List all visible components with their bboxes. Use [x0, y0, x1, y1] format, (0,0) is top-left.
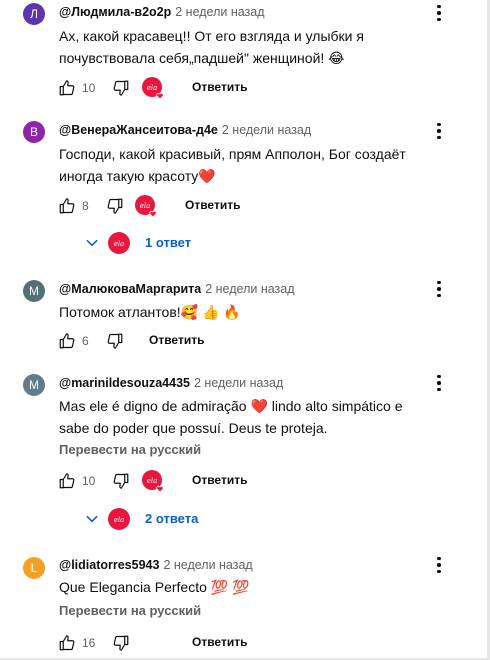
- svg-text:ela: ela: [147, 477, 158, 485]
- comment-time[interactable]: 2 недели назад: [222, 123, 311, 137]
- like-count: 6: [82, 334, 89, 348]
- comment-header: @ВенераЖансеитова-д4е 2 недели назад: [59, 123, 311, 137]
- thumbs-down-icon[interactable]: [106, 332, 124, 350]
- comment-actions: 6 Ответить: [0, 329, 490, 353]
- view-replies-button[interactable]: ela 2 ответа: [85, 507, 225, 531]
- comment-actions: 10 ela Ответить: [0, 469, 490, 493]
- thumbs-up-icon[interactable]: [58, 472, 76, 490]
- creator-heart-icon: ela: [142, 470, 164, 493]
- comment-author[interactable]: @ВенераЖансеитова-д4е: [59, 123, 218, 137]
- chevron-down-icon: [86, 515, 98, 523]
- creator-heart-icon: ela: [135, 195, 157, 218]
- like-count: 10: [82, 474, 96, 488]
- reply-button[interactable]: Ответить: [192, 635, 247, 649]
- comment-actions: 10 ela Ответить: [0, 76, 490, 100]
- reply-button[interactable]: Ответить: [185, 198, 240, 212]
- comment-author[interactable]: @МалюковаМаргарита: [59, 282, 201, 296]
- reply-button[interactable]: Ответить: [149, 333, 204, 347]
- thumbs-down-icon[interactable]: [112, 79, 130, 97]
- avatar[interactable]: В: [23, 121, 45, 143]
- view-replies-button[interactable]: ela 1 ответ: [85, 231, 225, 255]
- comment-time[interactable]: 2 недели назад: [205, 282, 294, 296]
- like-count: 8: [82, 199, 89, 213]
- creator-avatar-icon: ela: [108, 508, 130, 530]
- thumbs-down-icon[interactable]: [106, 197, 124, 215]
- avatar[interactable]: M: [23, 374, 45, 396]
- like-count: 10: [82, 81, 96, 95]
- more-options-icon[interactable]: [432, 372, 446, 394]
- comment-text: Ах, какой красавец!! От его взгляда и ул…: [59, 28, 364, 66]
- creator-avatar-icon: ela: [108, 232, 130, 254]
- chevron-down-icon: [86, 239, 98, 247]
- comment-header: @lidiatorres5943 2 недели назад: [59, 558, 253, 572]
- comment-text: Que Elegancia Perfecto 💯 💯: [59, 579, 250, 595]
- more-options-icon[interactable]: [432, 2, 446, 24]
- thumbs-up-icon[interactable]: [58, 634, 76, 652]
- more-options-icon[interactable]: [432, 278, 446, 300]
- translate-link[interactable]: Перевести на русский: [59, 442, 201, 457]
- svg-text:ela: ela: [140, 202, 151, 210]
- creator-heart-icon: ela: [142, 77, 164, 100]
- more-options-icon[interactable]: [432, 554, 446, 576]
- comment-header: @Людмила-в2о2р 2 недели назад: [59, 5, 265, 19]
- comment-text: Mas ele é digno de admiração ❤️ lindo al…: [59, 398, 403, 436]
- thumbs-up-icon[interactable]: [58, 79, 76, 97]
- more-options-icon[interactable]: [432, 120, 446, 142]
- svg-text:ela: ela: [147, 84, 158, 92]
- comments-section: Л @Людмила-в2о2р 2 недели назад Ах, какой…: [0, 0, 490, 660]
- comment-header: @МалюковаМаргарита 2 недели назад: [59, 282, 295, 296]
- comment-time[interactable]: 2 недели назад: [194, 376, 283, 390]
- comment-text: Потомок атлантов!🥰 👍 🔥: [59, 304, 241, 320]
- comment-header: @marinildesouza4435 2 недели назад: [59, 376, 283, 390]
- reply-button[interactable]: Ответить: [192, 80, 247, 94]
- svg-text:ela: ela: [114, 240, 125, 248]
- svg-text:ela: ela: [114, 516, 125, 524]
- reply-button[interactable]: Ответить: [192, 473, 247, 487]
- comment-time[interactable]: 2 недели назад: [163, 558, 252, 572]
- thumbs-up-icon[interactable]: [58, 197, 76, 215]
- like-count: 16: [82, 636, 96, 650]
- comment-actions: 8 ela Ответить: [0, 194, 490, 218]
- thumbs-down-icon[interactable]: [112, 634, 130, 652]
- comment-author[interactable]: @marinildesouza4435: [59, 376, 190, 390]
- replies-count-label: 1 ответ: [145, 235, 192, 250]
- thumbs-up-icon[interactable]: [58, 332, 76, 350]
- avatar[interactable]: Л: [23, 3, 45, 25]
- comment-author[interactable]: @Людмила-в2о2р: [59, 5, 171, 19]
- comment-author[interactable]: @lidiatorres5943: [59, 558, 159, 572]
- comment-time[interactable]: 2 недели назад: [175, 5, 264, 19]
- thumbs-down-icon[interactable]: [112, 472, 130, 490]
- comment-text: Господи, какой красивый, прям Апполон, Б…: [59, 146, 406, 184]
- avatar[interactable]: М: [23, 280, 45, 302]
- comment-actions: 16 Ответить: [0, 631, 490, 655]
- replies-count-label: 2 ответа: [145, 511, 199, 526]
- avatar[interactable]: L: [23, 557, 45, 579]
- translate-link[interactable]: Перевести на русский: [59, 603, 201, 618]
